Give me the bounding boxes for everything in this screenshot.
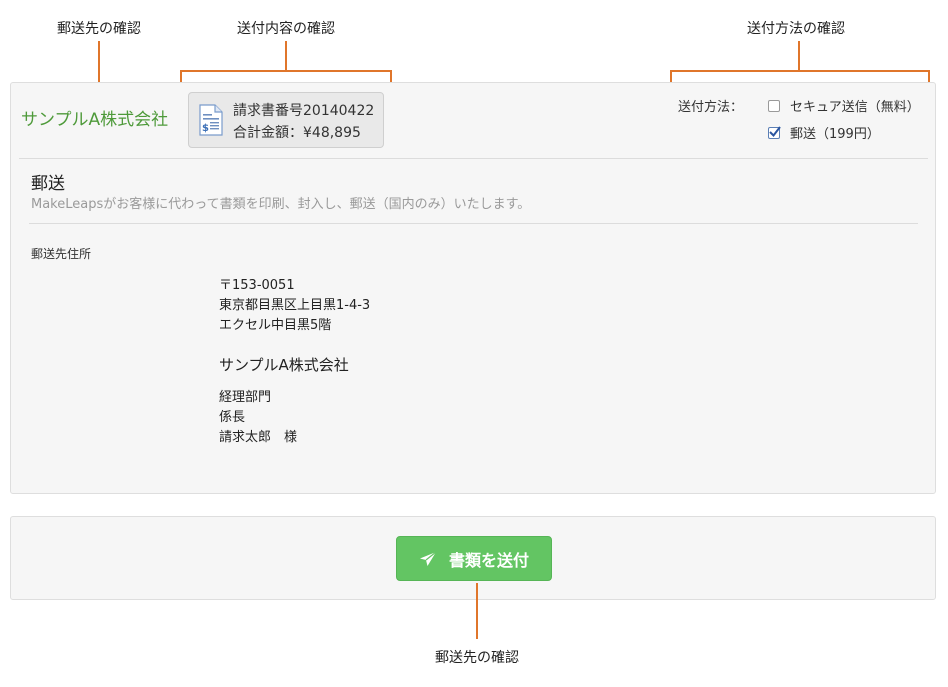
annotation-line-method-bar <box>670 70 930 72</box>
invoice-total: 合計金額：¥48,895 <box>233 125 361 141</box>
annotation-line-content-stem <box>285 41 287 71</box>
address-company: サンプルA株式会社 <box>219 356 349 374</box>
annotation-recipient-top: 郵送先の確認 <box>57 21 141 37</box>
address-line-2: エクセル中目黒5階 <box>219 318 332 333</box>
secure-send-checkbox[interactable] <box>768 99 780 112</box>
paper-plane-icon <box>419 551 437 566</box>
section-divider <box>29 223 918 224</box>
invoice-number: 請求書番号20140422 <box>233 103 375 119</box>
send-documents-button[interactable]: 書類を送付 <box>396 536 552 581</box>
address-position: 係長 <box>219 410 246 425</box>
postal-mail-label: 郵送（199円） <box>790 127 880 142</box>
header-divider <box>19 158 928 159</box>
secure-send-label: セキュア送信（無料） <box>790 100 920 115</box>
mail-section-description: MakeLeapsがお客様に代わって書類を印刷、封入し、郵送（国内のみ）いたしま… <box>31 197 531 212</box>
postal-mail-checkbox[interactable] <box>768 125 781 139</box>
postal-code: 〒153-0051 <box>219 278 295 293</box>
annotation-line-content-bar <box>180 70 392 72</box>
send-documents-label: 書類を送付 <box>448 550 529 570</box>
mailing-address-label: 郵送先住所 <box>31 247 92 261</box>
annotation-method: 送付方法の確認 <box>747 21 845 37</box>
action-panel: 書類を送付 <box>10 516 936 600</box>
annotation-content: 送付内容の確認 <box>237 21 335 37</box>
address-department: 経理部門 <box>219 390 272 405</box>
annotation-recipient-bottom: 郵送先の確認 <box>435 650 519 666</box>
recipient-company: サンプルA株式会社 <box>21 110 169 130</box>
address-person: 請求太郎 様 <box>219 430 298 445</box>
document-card[interactable]: $ 請求書番号20140422 合計金額：¥48,895 <box>188 92 384 148</box>
mail-section-title: 郵送 <box>31 174 65 194</box>
invoice-document-icon: $ <box>199 104 223 136</box>
option-postal-mail[interactable]: 郵送（199円） <box>768 123 880 142</box>
send-confirmation-panel: サンプルA株式会社 $ 請求書番号20140422 合計金額：¥48,895 送… <box>10 82 936 494</box>
send-method-label: 送付方法： <box>678 100 744 115</box>
svg-text:$: $ <box>202 123 209 134</box>
annotation-line-recipient-bottom <box>476 583 478 639</box>
option-secure-send[interactable]: セキュア送信（無料） <box>768 96 920 115</box>
checkmark-icon <box>769 125 781 137</box>
address-line-1: 東京都目黒区上目黒1-4-3 <box>219 298 371 313</box>
annotation-line-method-stem <box>798 41 800 71</box>
